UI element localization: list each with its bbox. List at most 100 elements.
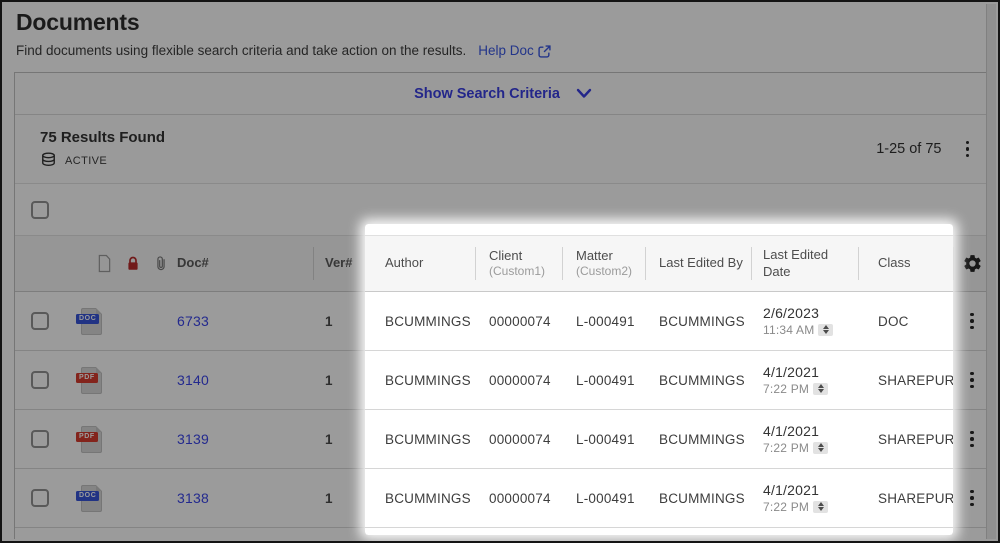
table-row: PDF 3140 1 BCUMMINGS 00000074 L-000491 B… — [15, 351, 991, 410]
column-header-last-edited-date[interactable]: Last Edited Date — [751, 236, 858, 291]
results-menu-kebab-icon[interactable] — [958, 137, 978, 162]
matter-cell: L-000491 — [576, 490, 635, 506]
header-select-spacer — [15, 236, 71, 291]
last-edited-date-cell: 4/1/2021 7:22 PM — [751, 351, 858, 409]
version-cell: 1 — [325, 431, 333, 447]
class-cell: SHAREPURCH — [878, 372, 953, 388]
edited-time: 7:22 PM — [763, 499, 810, 514]
page-outline-icon[interactable] — [97, 254, 112, 273]
database-icon — [42, 152, 55, 166]
show-search-criteria-toggle[interactable]: Show Search Criteria — [414, 86, 592, 102]
table-row: PDF 3139 1 BCUMMINGS 00000074 L-000491 B… — [15, 410, 991, 469]
column-header-version[interactable]: Ver# — [313, 236, 366, 291]
last-edited-by-cell: BCUMMINGS — [659, 313, 745, 329]
file-type-icon: PDF — [76, 366, 102, 394]
doc-number-link[interactable]: 6733 — [177, 313, 209, 329]
matter-cell: L-000491 — [576, 431, 635, 447]
author-cell: BCUMMINGS — [385, 372, 471, 388]
last-edited-date-cell: 4/1/2021 7:22 PM — [751, 410, 858, 468]
search-criteria-bar: Show Search Criteria — [15, 73, 991, 115]
column-header-doc-number[interactable]: Doc# — [177, 236, 313, 291]
row-menu-kebab-icon[interactable] — [962, 486, 982, 511]
row-checkbox[interactable] — [31, 430, 49, 448]
matter-header-sublabel: (Custom2) — [576, 264, 633, 279]
edited-date: 4/1/2021 — [763, 422, 820, 439]
up-down-arrows-icon — [813, 441, 829, 454]
row-checkbox[interactable] — [31, 371, 49, 389]
file-type-badge: PDF — [76, 372, 98, 383]
version-cell: 1 — [325, 313, 333, 329]
doc-number-link[interactable]: 3139 — [177, 431, 209, 447]
column-header-last-edited-by[interactable]: Last Edited By — [645, 236, 751, 291]
last-edited-by-cell: BCUMMINGS — [659, 372, 745, 388]
file-type-badge: DOC — [76, 313, 100, 324]
row-menu-kebab-icon[interactable] — [962, 427, 982, 452]
file-type-badge: DOC — [76, 490, 100, 501]
column-header-class[interactable]: Class — [858, 236, 953, 291]
table-header-row: Doc# Ver# Author Client (Custom1) Matter… — [15, 236, 991, 292]
page-title: Documents — [16, 9, 140, 35]
page-subtitle: Find documents using flexible search cri… — [16, 43, 467, 58]
header-icon-columns — [71, 236, 177, 291]
file-type-badge: PDF — [76, 431, 98, 442]
results-panel: Show Search Criteria 75 Results Found AC… — [14, 72, 992, 539]
file-type-icon: DOC — [76, 484, 102, 512]
chevron-down-icon — [576, 88, 592, 98]
select-all-row — [15, 184, 991, 236]
edited-time: 11:34 AM — [763, 322, 815, 337]
gear-icon[interactable] — [962, 253, 983, 274]
author-cell: BCUMMINGS — [385, 313, 471, 329]
show-search-criteria-label: Show Search Criteria — [414, 85, 560, 102]
results-count: 75 Results Found — [40, 129, 166, 146]
results-summary-bar: 75 Results Found ACTIVE 1-25 of 75 — [15, 115, 991, 184]
help-doc-link[interactable]: Help Doc — [478, 43, 551, 58]
table-row: DOC 3138 1 BCUMMINGS 00000074 L-000491 B… — [15, 469, 991, 528]
matter-cell: L-000491 — [576, 372, 635, 388]
column-header-matter[interactable]: Matter (Custom2) — [562, 236, 645, 291]
edited-date: 2/6/2023 — [763, 304, 820, 321]
matter-cell: L-000491 — [576, 313, 635, 329]
cabinet-name: ACTIVE — [65, 154, 108, 167]
select-all-checkbox[interactable] — [31, 200, 49, 219]
page-header: Documents Find documents using flexible … — [2, 2, 998, 58]
doc-number-link[interactable]: 3138 — [177, 490, 209, 506]
file-type-icon: PDF — [76, 425, 102, 453]
column-header-author[interactable]: Author — [366, 236, 475, 291]
client-header-label: Client — [489, 247, 523, 263]
paperclip-icon[interactable] — [154, 254, 168, 273]
client-cell: 00000074 — [489, 313, 551, 329]
client-cell: 00000074 — [489, 431, 551, 447]
edited-time: 7:22 PM — [763, 440, 810, 455]
row-menu-kebab-icon[interactable] — [962, 368, 982, 393]
row-menu-kebab-icon[interactable] — [962, 309, 982, 334]
class-cell: SHAREPURCH — [878, 431, 953, 447]
table-row: DOC 6733 1 BCUMMINGS 00000074 L-000491 B… — [15, 292, 991, 351]
edited-time: 7:22 PM — [763, 381, 810, 396]
lock-icon[interactable] — [125, 255, 141, 272]
last-edited-by-cell: BCUMMINGS — [659, 431, 745, 447]
client-header-sublabel: (Custom1) — [489, 264, 546, 279]
version-cell: 1 — [325, 372, 333, 388]
row-checkbox[interactable] — [31, 312, 49, 330]
doc-number-link[interactable]: 3140 — [177, 372, 209, 388]
last-edited-date-cell: 4/1/2021 7:22 PM — [751, 469, 858, 527]
edited-date: 4/1/2021 — [763, 481, 820, 498]
class-cell: DOC — [878, 313, 909, 329]
edited-date: 4/1/2021 — [763, 363, 820, 380]
last-edited-date-cell: 2/6/2023 11:34 AM — [751, 292, 858, 350]
author-cell: BCUMMINGS — [385, 431, 471, 447]
app-window: Documents Find documents using flexible … — [0, 0, 1000, 543]
client-cell: 00000074 — [489, 490, 551, 506]
author-cell: BCUMMINGS — [385, 490, 471, 506]
up-down-arrows-icon — [813, 500, 829, 513]
column-header-client[interactable]: Client (Custom1) — [475, 236, 562, 291]
class-cell: SHAREPURCH — [878, 490, 953, 506]
vertical-scrollbar[interactable] — [986, 4, 996, 539]
last-edited-by-cell: BCUMMINGS — [659, 490, 745, 506]
up-down-arrows-icon — [813, 382, 829, 395]
row-checkbox[interactable] — [31, 489, 49, 507]
external-link-icon — [538, 44, 551, 58]
client-cell: 00000074 — [489, 372, 551, 388]
file-type-icon: DOC — [76, 307, 102, 335]
pagination-label: 1-25 of 75 — [876, 141, 942, 157]
